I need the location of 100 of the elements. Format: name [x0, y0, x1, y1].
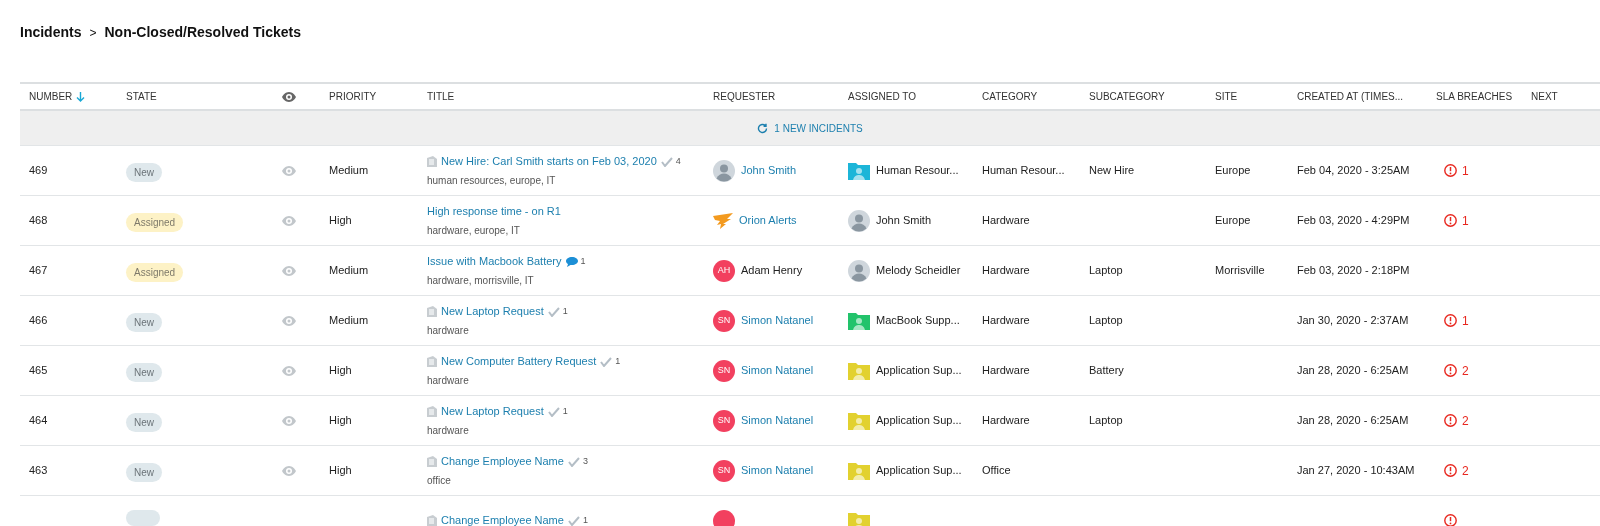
category-cell-text: Hardware [982, 413, 1031, 429]
category-cell-text: Hardware [982, 213, 1031, 229]
column-header[interactable]: SLA BREACHES [1436, 89, 1513, 104]
priority-cell-text: High [329, 413, 353, 429]
alert-icon [1444, 464, 1457, 477]
count-label: 4 [675, 154, 681, 168]
number-cell-text: 467 [29, 263, 49, 279]
count-label: 1 [562, 404, 568, 418]
requester-link[interactable]: John Smith [741, 162, 797, 179]
assignee-name: Application Sup... [876, 363, 962, 379]
category-cell-text: Hardware [982, 363, 1031, 379]
checkmark-icon [547, 306, 560, 317]
alert-icon [1444, 364, 1457, 377]
tags-text: office [427, 473, 452, 488]
state-badge: New [126, 412, 162, 432]
created-cell-text: Jan 30, 2020 - 2:37AM [1297, 313, 1410, 329]
tags-text: hardware, europe, IT [427, 223, 521, 238]
eye-icon [282, 265, 296, 276]
avatar-icon [713, 159, 735, 182]
requester-link[interactable]: Simon Natanel [741, 462, 814, 479]
avatar-icon [848, 209, 870, 232]
eye-icon [282, 165, 296, 176]
site-cell-text: Europe [1215, 213, 1252, 229]
site-cell-text: Morrisville [1215, 263, 1266, 279]
ticket-title-link[interactable]: Issue with Macbook Battery [427, 253, 562, 270]
eye-icon [282, 315, 296, 326]
eye-icon [282, 365, 296, 376]
assignee-name: MacBook Supp... [876, 313, 960, 329]
avatar-icon [848, 259, 870, 282]
subcategory-cell-text: Laptop [1089, 313, 1124, 329]
sla-count: 1 [1462, 212, 1469, 230]
number-cell-text: 466 [29, 313, 49, 329]
state-badge: Assigned [126, 262, 184, 282]
state-badge: New [126, 362, 162, 382]
tags-text: human resources, europe, IT [427, 173, 557, 188]
tags-text: hardware [427, 323, 470, 338]
initials-avatar [713, 509, 735, 526]
state-badge: New [126, 162, 162, 182]
ticket-title-link[interactable]: New Laptop Request [441, 403, 544, 420]
requester-link[interactable]: Simon Natanel [741, 412, 814, 429]
breadcrumb-link[interactable]: Incidents [20, 22, 82, 43]
alert-icon [1444, 314, 1457, 327]
requester-link[interactable]: Orion Alerts [739, 212, 797, 229]
column-header[interactable]: TITLE [427, 89, 455, 104]
created-cell-text: Feb 03, 2020 - 2:18PM [1297, 263, 1411, 279]
ticket-title-link[interactable]: New Laptop Request [441, 303, 544, 320]
category-cell-text: Hardware [982, 313, 1031, 329]
priority-cell-text: Medium [329, 163, 370, 179]
column-header[interactable]: NEXT [1531, 89, 1558, 104]
page-title: Non-Closed/Resolved Tickets [104, 23, 302, 42]
checkmark-icon [567, 456, 580, 467]
created-cell-text: Feb 03, 2020 - 4:29PM [1297, 213, 1411, 229]
column-header[interactable]: PRIORITY [329, 89, 377, 104]
assignee-name: John Smith [876, 213, 932, 229]
sort-down-arrow-icon[interactable] [76, 91, 86, 102]
refresh-icon [757, 122, 769, 134]
requester-link[interactable]: Simon Natanel [741, 312, 814, 329]
column-header[interactable]: SUBCATEGORY [1089, 89, 1165, 104]
column-header[interactable]: SITE [1215, 89, 1238, 104]
eye-icon [282, 415, 296, 426]
site-cell-text: Europe [1215, 163, 1252, 179]
alert-icon [1444, 214, 1457, 227]
new-incidents-banner[interactable]: 1 NEW INCIDENTS [20, 111, 1600, 146]
breadcrumb-separator: > [89, 24, 97, 42]
sla-count: 2 [1462, 362, 1469, 380]
subcategory-cell-text: Battery [1089, 363, 1125, 379]
checkmark-icon [600, 356, 613, 367]
initials-avatar: SN [713, 459, 735, 482]
column-header[interactable]: CREATED AT (TIMES... [1297, 89, 1404, 104]
ticket-title-link[interactable]: New Computer Battery Request [441, 353, 597, 370]
count-label: 1 [615, 354, 621, 368]
ticket-title-link[interactable]: High response time - on R1 [427, 203, 561, 220]
priority-cell-text: High [329, 463, 353, 479]
bird-logo-icon [713, 212, 733, 229]
number-cell-text: 469 [29, 163, 49, 179]
column-header[interactable]: REQUESTER [713, 89, 776, 104]
count-label: 1 [582, 513, 588, 526]
ticket-title-link[interactable]: Change Employee Name [441, 512, 564, 526]
created-cell-text: Feb 04, 2020 - 3:25AM [1297, 163, 1411, 179]
number-cell-text: 465 [29, 363, 49, 379]
checkmark-icon [567, 515, 580, 526]
created-cell-text: Jan 28, 2020 - 6:25AM [1297, 363, 1410, 379]
created-cell-text: Jan 27, 2020 - 10:43AM [1297, 463, 1416, 479]
sla-count: 2 [1462, 462, 1469, 480]
column-header[interactable]: STATE [126, 89, 157, 104]
tags-text: hardware, morrisville, IT [427, 273, 535, 288]
created-cell-text: Jan 28, 2020 - 6:25AM [1297, 413, 1410, 429]
column-header[interactable]: ASSIGNED TO [848, 89, 916, 104]
requester-link[interactable]: Simon Natanel [741, 362, 814, 379]
category-cell-text: Human Resour... [982, 163, 1066, 179]
ticket-title-link[interactable]: New Hire: Carl Smith starts on Feb 03, 2020 [441, 153, 657, 170]
sla-count: 2 [1462, 412, 1469, 430]
assignee-name: Human Resour... [876, 163, 959, 179]
state-badge: New [126, 462, 162, 482]
ticket-title-link[interactable]: Change Employee Name [441, 453, 564, 470]
column-header[interactable]: CATEGORY [982, 89, 1038, 104]
state-badge: Assigned [126, 212, 184, 232]
subcategory-cell-text: Laptop [1089, 263, 1124, 279]
count-label: 1 [580, 254, 586, 268]
column-header[interactable]: NUMBER [29, 89, 73, 104]
